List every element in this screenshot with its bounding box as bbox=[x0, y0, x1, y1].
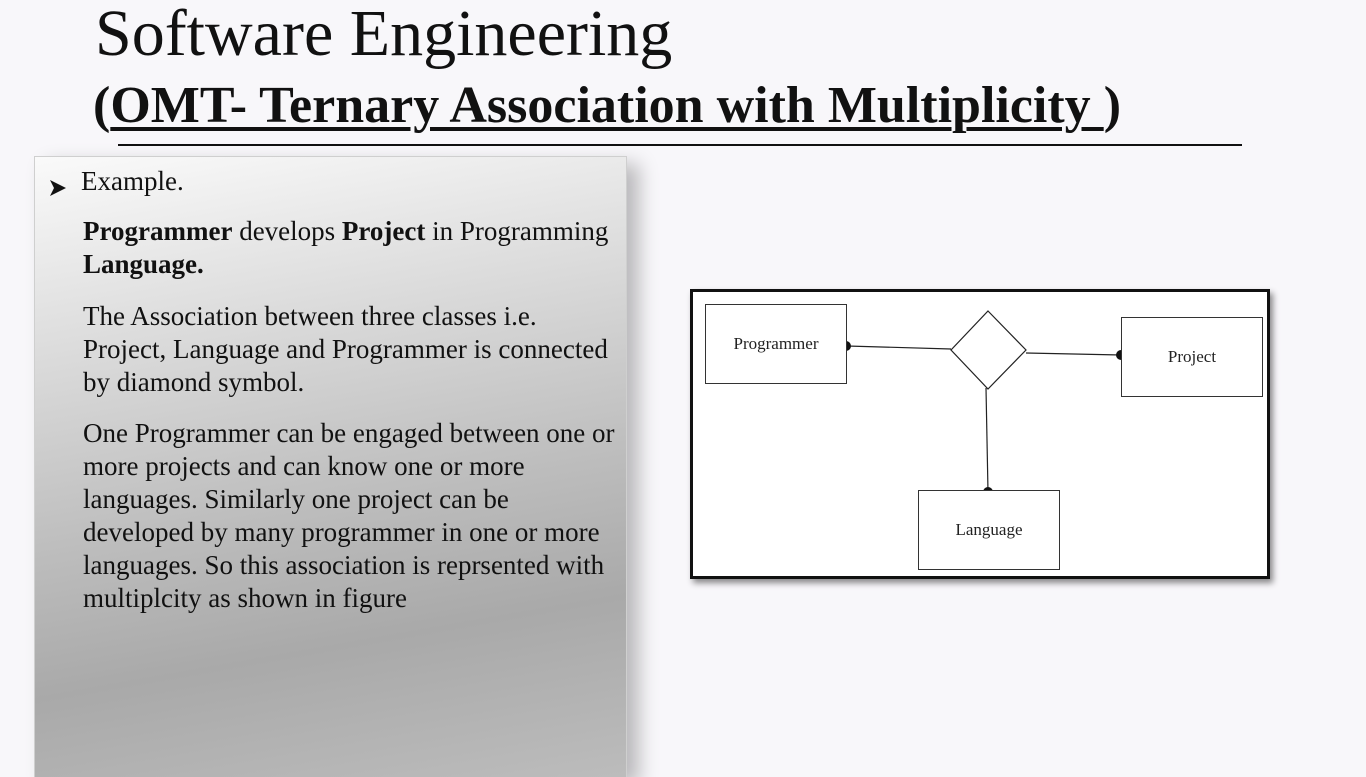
association-diamond bbox=[950, 310, 1027, 390]
arrow-bullet-icon bbox=[49, 172, 67, 196]
project-link bbox=[1025, 352, 1122, 356]
association-description: The Association between three classes i.… bbox=[83, 301, 608, 397]
language-link bbox=[985, 387, 989, 493]
language-word: Language. bbox=[83, 249, 204, 279]
bullet-label: Example. bbox=[81, 166, 184, 196]
slide-title: Software Engineering bbox=[95, 0, 673, 70]
programmer-word: Programmer bbox=[83, 216, 233, 246]
slide-subtitle: (OMT- Ternary Association with Multiplic… bbox=[93, 72, 1121, 140]
example-sentence: Programmer develops Project in Programmi… bbox=[83, 215, 623, 281]
programmer-link bbox=[846, 345, 952, 350]
sentence-text-1: develops bbox=[232, 216, 342, 246]
project-word: Project bbox=[341, 216, 426, 246]
project-class: Project bbox=[1121, 317, 1263, 397]
multiplicity-description: One Programmer can be engaged between on… bbox=[83, 418, 615, 613]
programmer-class: Programmer bbox=[705, 304, 847, 384]
language-class: Language bbox=[918, 490, 1060, 570]
subtitle-close-paren: ) bbox=[1103, 77, 1122, 134]
content-panel: Example. Programmer develops Project in … bbox=[34, 156, 627, 777]
sentence-text-2: in Programming bbox=[425, 216, 609, 246]
subtitle-open-paren: ( bbox=[93, 77, 111, 134]
bullet-item: Example. bbox=[49, 165, 184, 197]
ternary-association-diagram: Programmer Project Language bbox=[690, 289, 1270, 579]
title-underline bbox=[118, 144, 1242, 146]
subtitle-text: OMT- Ternary Association with Multiplici… bbox=[110, 77, 1104, 134]
